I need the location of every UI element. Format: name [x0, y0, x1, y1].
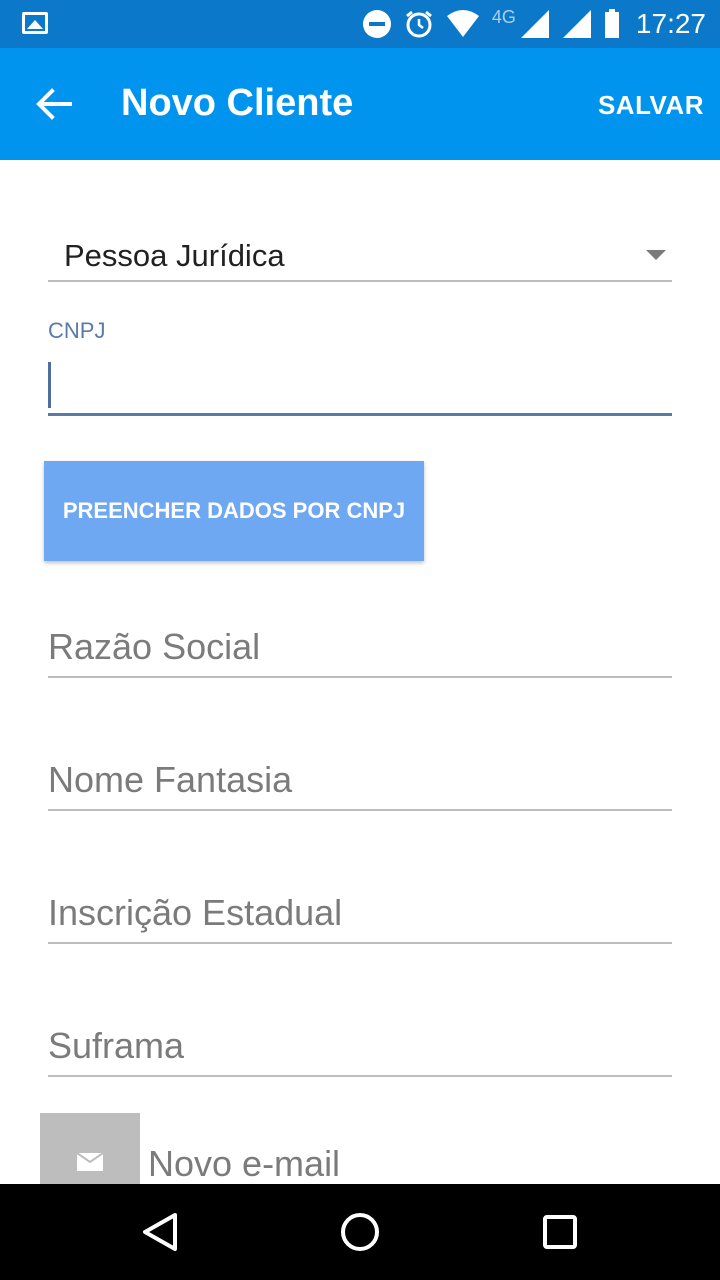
fill-by-cnpj-button[interactable]: PREENCHER DADOS POR CNPJ — [44, 461, 424, 561]
nome-fantasia-field[interactable]: Nome Fantasia — [48, 751, 672, 811]
battery-icon — [604, 9, 619, 38]
nav-home-icon — [341, 1213, 379, 1251]
new-email-row[interactable]: Novo e-mail — [40, 1113, 680, 1184]
inscricao-estadual-field[interactable]: Inscrição Estadual — [48, 884, 672, 944]
person-type-value: Pessoa Jurídica — [64, 238, 285, 273]
person-type-dropdown[interactable]: Pessoa Jurídica — [48, 226, 672, 282]
network-type: 4G — [491, 6, 516, 27]
wifi-icon — [446, 10, 479, 37]
arrow-back-icon — [36, 88, 72, 120]
inscricao-estadual-input[interactable] — [48, 884, 672, 942]
razao-social-input[interactable] — [48, 618, 672, 676]
gallery-notification-icon — [22, 12, 48, 34]
razao-social-field[interactable]: Razão Social — [48, 618, 672, 678]
system-nav-bar — [0, 1184, 720, 1280]
email-icon-button[interactable] — [40, 1113, 140, 1184]
suframa-field[interactable]: Suframa — [48, 1017, 672, 1077]
do-not-disturb-icon — [362, 10, 391, 38]
suframa-input[interactable] — [48, 1017, 672, 1075]
mail-icon — [77, 1153, 103, 1171]
dropdown-arrow-icon — [646, 250, 666, 260]
alarm-icon — [405, 10, 432, 38]
cnpj-input[interactable] — [48, 356, 672, 416]
back-button[interactable] — [26, 76, 82, 132]
text-cursor — [48, 362, 51, 408]
nav-back-button[interactable] — [136, 1208, 184, 1256]
page-title: Novo Cliente — [121, 82, 354, 124]
nome-fantasia-input[interactable] — [48, 751, 672, 809]
status-icons: 4G 17:27 — [362, 0, 706, 48]
nav-recents-button[interactable] — [536, 1208, 584, 1256]
nav-home-button[interactable] — [336, 1208, 384, 1256]
nav-back-icon — [143, 1213, 177, 1251]
signal-icon-2 — [562, 10, 591, 38]
status-bar: 4G 17:27 — [0, 0, 720, 48]
signal-icon-1 — [520, 10, 549, 38]
new-email-label: Novo e-mail — [148, 1143, 341, 1184]
app-bar: Novo Cliente SALVAR — [0, 48, 720, 160]
cnpj-label: CNPJ — [48, 318, 106, 343]
nav-recents-icon — [543, 1215, 577, 1249]
save-button[interactable]: SALVAR — [598, 90, 704, 121]
clock: 17:27 — [635, 8, 706, 39]
